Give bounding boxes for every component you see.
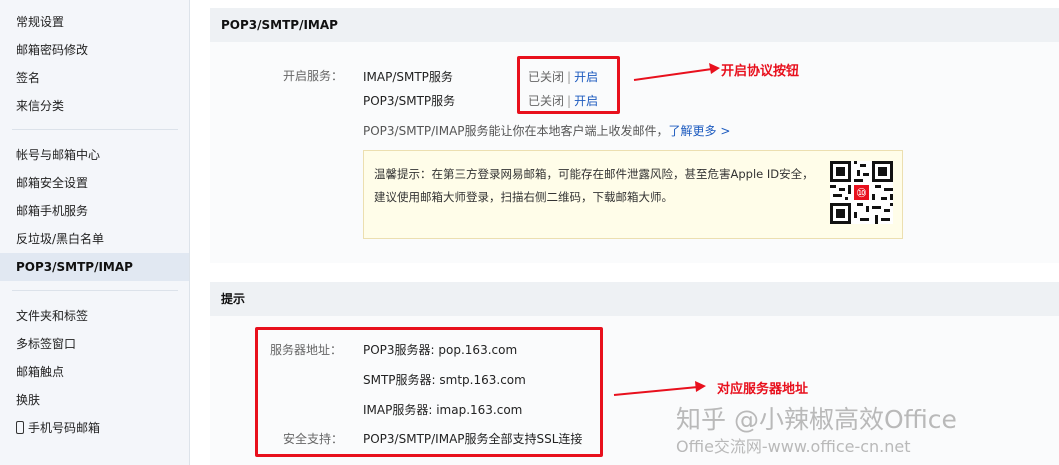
protocol-button-annotation: 开启协议按钮 — [721, 64, 800, 79]
sidebar-item-mail-sorting[interactable]: 来信分类 — [0, 92, 189, 120]
pop3-smtp-service-status: 已关闭 | 开启 — [528, 92, 598, 109]
sidebar-item-multi-tab[interactable]: 多标签窗口 — [0, 330, 189, 358]
sidebar-item-antispam[interactable]: 反垃圾/黑白名单 — [0, 225, 189, 253]
sidebar-item-security[interactable]: 邮箱安全设置 — [0, 169, 189, 197]
service-label: 开启服务： — [283, 69, 344, 83]
sidebar-item-phone-mailbox[interactable]: 手机号码邮箱 — [0, 414, 189, 442]
pop3-smtp-status-text: 已关闭 — [528, 94, 565, 108]
pop3-panel: POP3/SMTP/IMAP 开启服务： IMAP/SMTP服务 已关闭 | 开启 … — [210, 8, 1059, 263]
site-watermark: Offie交流网-www.office-cn.net — [676, 437, 911, 456]
pop3-server-address: POP3服务器: pop.163.com — [363, 343, 518, 357]
pop3-smtp-service-name: POP3/SMTP服务 — [363, 94, 456, 108]
qr-code-icon[interactable]: ⑩ — [830, 161, 893, 224]
sidebar-item-general[interactable]: 常规设置 — [0, 8, 189, 36]
settings-sidebar: 常规设置 邮箱密码修改 签名 来信分类 帐号与邮箱中心 邮箱安全设置 邮箱手机服… — [0, 0, 190, 465]
imap-smtp-status-text: 已关闭 — [528, 70, 565, 84]
hint-panel-header: 提示 — [210, 282, 1059, 316]
sidebar-divider — [12, 290, 178, 291]
phone-icon — [16, 421, 24, 434]
status-separator: | — [567, 94, 572, 108]
hint-panel: 提示 服务器地址： POP3服务器: pop.163.com SMTP服务器: … — [210, 282, 1059, 465]
security-tip-box: 温馨提示：在第三方登录网易邮箱，可能存在邮件泄露风险，甚至危害Apple ID安… — [363, 150, 903, 239]
smtp-server-address: SMTP服务器: smtp.163.com — [363, 373, 526, 387]
sidebar-item-skin[interactable]: 换肤 — [0, 386, 189, 414]
imap-smtp-service-status: 已关闭 | 开启 — [528, 68, 598, 85]
security-tip-text: 温馨提示：在第三方登录网易邮箱，可能存在邮件泄露风险，甚至危害Apple ID安… — [374, 167, 814, 204]
status-separator: | — [567, 70, 572, 84]
arrow-right-icon — [633, 63, 720, 81]
arrow-right-icon — [613, 381, 706, 396]
learn-more-link[interactable]: 了解更多 > — [669, 124, 731, 138]
sidebar-item-password[interactable]: 邮箱密码修改 — [0, 36, 189, 64]
zhihu-watermark: 知乎 @小辣椒高效Office — [676, 405, 957, 434]
pop3-panel-header: POP3/SMTP/IMAP — [210, 8, 1059, 42]
security-support-label: 安全支持： — [283, 432, 344, 446]
imap-server-address: IMAP服务器: imap.163.com — [363, 403, 523, 417]
security-support-text: POP3/SMTP/IMAP服务全部支持SSL连接 — [363, 432, 583, 446]
service-description-text: POP3/SMTP/IMAP服务能让你在本地客户端上收发邮件， — [363, 124, 669, 138]
server-address-label: 服务器地址： — [270, 343, 343, 357]
imap-smtp-service-name: IMAP/SMTP服务 — [363, 70, 453, 84]
sidebar-item-signature[interactable]: 签名 — [0, 64, 189, 92]
qr-badge-glyph: ⑩ — [856, 186, 867, 200]
server-address-annotation: 对应服务器地址 — [717, 382, 809, 397]
sidebar-item-folders-tags[interactable]: 文件夹和标签 — [0, 302, 189, 330]
sidebar-item-mail-touch[interactable]: 邮箱触点 — [0, 358, 189, 386]
sidebar-item-account-center[interactable]: 帐号与邮箱中心 — [0, 141, 189, 169]
sidebar-item-label: 手机号码邮箱 — [28, 421, 101, 435]
imap-smtp-enable-link[interactable]: 开启 — [574, 70, 598, 84]
pop3-smtp-enable-link[interactable]: 开启 — [574, 94, 598, 108]
sidebar-item-mobile-service[interactable]: 邮箱手机服务 — [0, 197, 189, 225]
sidebar-item-pop3-smtp-imap[interactable]: POP3/SMTP/IMAP — [0, 253, 189, 281]
service-description: POP3/SMTP/IMAP服务能让你在本地客户端上收发邮件，了解更多 > — [363, 122, 730, 139]
sidebar-divider — [12, 129, 178, 130]
